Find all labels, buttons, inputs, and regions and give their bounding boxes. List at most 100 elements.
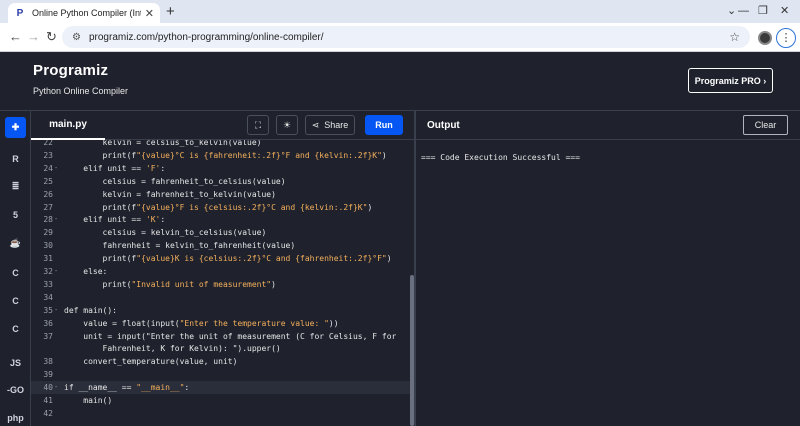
php-icon[interactable]: php — [5, 407, 26, 426]
fold-marker-icon[interactable]: - — [54, 381, 58, 394]
share-label: Share — [324, 120, 349, 130]
code-line[interactable]: 32- else: — [31, 265, 411, 278]
fold-marker-icon[interactable]: - — [54, 304, 58, 317]
code-line[interactable]: 34 — [31, 291, 411, 304]
sql-icon[interactable]: ≣ — [5, 176, 26, 197]
line-number: 35 — [43, 305, 53, 315]
code-text: else: — [64, 267, 108, 276]
address-toolbar: ← → ↻ ⚙ programiz.com/python-programming… — [0, 23, 800, 52]
code-text: print(f"{value}K is {celsius:.2f}°C and … — [64, 254, 392, 264]
line-number: 23 — [43, 150, 53, 160]
tab-main-py[interactable]: main.py — [31, 111, 105, 140]
html-icon[interactable]: 5 — [5, 204, 26, 225]
back-icon[interactable]: ← — [9, 28, 22, 46]
address-bar[interactable]: ⚙ programiz.com/python-programming/onlin… — [62, 26, 750, 48]
line-number: 28 — [43, 215, 53, 225]
line-number: 38 — [43, 357, 53, 367]
fold-marker-icon[interactable]: - — [54, 265, 58, 278]
fold-marker-icon[interactable]: - — [54, 213, 58, 226]
code-line[interactable]: 41 main() — [31, 394, 411, 407]
programiz-logo[interactable]: Programiz — [33, 62, 108, 79]
bookmark-star-icon[interactable]: ☆ — [729, 30, 740, 44]
browser-tab[interactable]: P Online Python Compiler (Interp ✕ — [8, 3, 160, 23]
line-number: 30 — [43, 241, 53, 251]
minimize-icon[interactable]: — — [738, 2, 749, 20]
code-text: elif unit == 'K': — [64, 215, 166, 225]
code-line[interactable]: 36 value = float(input("Enter the temper… — [31, 317, 411, 330]
code-line[interactable]: 31 print(f"{value}K is {celsius:.2f}°C a… — [31, 252, 411, 265]
java-icon[interactable]: ☕ — [5, 233, 26, 254]
code-line[interactable]: Fahrenheit, K for Kelvin): ").upper() — [31, 342, 411, 355]
code-line[interactable]: 25 celsius = fahrenheit_to_celsius(value… — [31, 175, 411, 188]
code-text: convert_temperature(value, unit) — [64, 357, 238, 367]
browser-tab-bar: P Online Python Compiler (Interp ✕ + ⌄ —… — [0, 0, 800, 23]
code-line[interactable]: 29 celsius = kelvin_to_celsius(value) — [31, 226, 411, 239]
code-text: celsius = fahrenheit_to_celsius(value) — [64, 176, 286, 186]
code-line[interactable]: 35- def main(): — [31, 304, 411, 317]
editor-toolbar: main.py ⛶ ☀ ⋖ Share Run — [31, 111, 414, 140]
editor-scrollbar[interactable] — [410, 275, 414, 426]
browser-menu-icon[interactable]: ⋮ — [776, 28, 796, 48]
code-line[interactable]: 42 — [31, 407, 411, 420]
code-text: kelvin = fahrenheit_to_kelvin(value) — [64, 189, 276, 199]
code-line[interactable]: 26 kelvin = fahrenheit_to_kelvin(value) — [31, 188, 411, 201]
line-number: 26 — [43, 189, 53, 199]
line-number: 42 — [43, 408, 53, 418]
line-number: 37 — [43, 331, 53, 341]
new-tab-icon[interactable]: + — [166, 3, 175, 21]
clear-button[interactable]: Clear — [743, 115, 788, 135]
fullscreen-icon[interactable]: ⛶ — [247, 115, 269, 135]
code-line[interactable]: 40- if __name__ == "__main__": — [31, 381, 411, 395]
code-editor[interactable]: 22 kelvin = celsius_to_kelvin(value) 23 p… — [31, 140, 414, 426]
line-number: 31 — [43, 254, 53, 264]
programiz-pro-button[interactable]: Programiz PRO › — [688, 68, 773, 93]
fold-marker-icon[interactable]: - — [54, 162, 58, 175]
code-line[interactable]: 28- elif unit == 'K': — [31, 213, 411, 226]
code-line[interactable]: 27 print(f"{value}°F is {celsius:.2f}°C … — [31, 201, 411, 214]
code-line[interactable]: 37 unit = input("Enter the unit of measu… — [31, 330, 411, 343]
chevron-down-icon[interactable]: ⌄ — [727, 2, 736, 20]
csharp-icon[interactable]: C — [5, 318, 26, 339]
forward-icon[interactable]: → — [27, 28, 40, 46]
line-number: 34 — [43, 292, 53, 302]
output-console: === Code Execution Successful === — [416, 140, 800, 426]
line-number: 39 — [43, 370, 53, 380]
js-icon[interactable]: JS — [5, 352, 26, 373]
programiz-favicon-icon: P — [16, 7, 24, 19]
r-icon[interactable]: R — [5, 148, 26, 169]
close-window-icon[interactable]: ✕ — [780, 2, 789, 20]
go-icon[interactable]: -GO — [5, 379, 26, 400]
code-line[interactable]: 33 print("Invalid unit of measurement") — [31, 278, 411, 291]
code-text: elif unit == 'F': — [64, 163, 166, 173]
site-info-icon[interactable]: ⚙ — [72, 32, 81, 43]
line-number: 29 — [43, 228, 53, 238]
app-header: Programiz Python Online Compiler Program… — [0, 52, 800, 111]
tab-title: Online Python Compiler (Interp — [32, 8, 141, 18]
line-number: 40 — [43, 383, 53, 393]
profile-avatar[interactable] — [758, 31, 772, 45]
c-icon[interactable]: C — [5, 262, 26, 283]
url-text: programiz.com/python-programming/online-… — [88, 31, 324, 43]
share-button[interactable]: ⋖ Share — [305, 115, 355, 135]
python-icon[interactable]: ✚ — [5, 117, 26, 138]
code-text: print(f"{value}°F is {celsius:.2f}°C and… — [64, 202, 373, 212]
page-subtitle: Python Online Compiler — [33, 86, 129, 96]
code-text: def main(): — [64, 305, 117, 315]
run-button[interactable]: Run — [365, 115, 403, 135]
restore-icon[interactable]: ❐ — [758, 2, 768, 20]
reload-icon[interactable]: ↻ — [46, 28, 57, 46]
line-number: 33 — [43, 279, 53, 289]
code-line[interactable]: 39 — [31, 368, 411, 381]
code-line[interactable]: 22 kelvin = celsius_to_kelvin(value) — [31, 140, 411, 149]
line-number: 22 — [43, 140, 53, 147]
code-text: value = float(input("Enter the temperatu… — [64, 318, 339, 328]
code-line[interactable]: 24- elif unit == 'F': — [31, 162, 411, 175]
close-tab-icon[interactable]: ✕ — [145, 7, 154, 20]
theme-toggle-icon[interactable]: ☀ — [276, 115, 298, 135]
code-line[interactable]: 30 fahrenheit = kelvin_to_fahrenheit(val… — [31, 239, 411, 252]
line-number: 32 — [43, 267, 53, 276]
code-line[interactable]: 23 print(f"{value}°C is {fahrenheit:.2f}… — [31, 149, 411, 162]
share-icon: ⋖ — [311, 119, 320, 130]
cpp-icon[interactable]: C — [5, 290, 26, 311]
code-line[interactable]: 38 convert_temperature(value, unit) — [31, 355, 411, 368]
